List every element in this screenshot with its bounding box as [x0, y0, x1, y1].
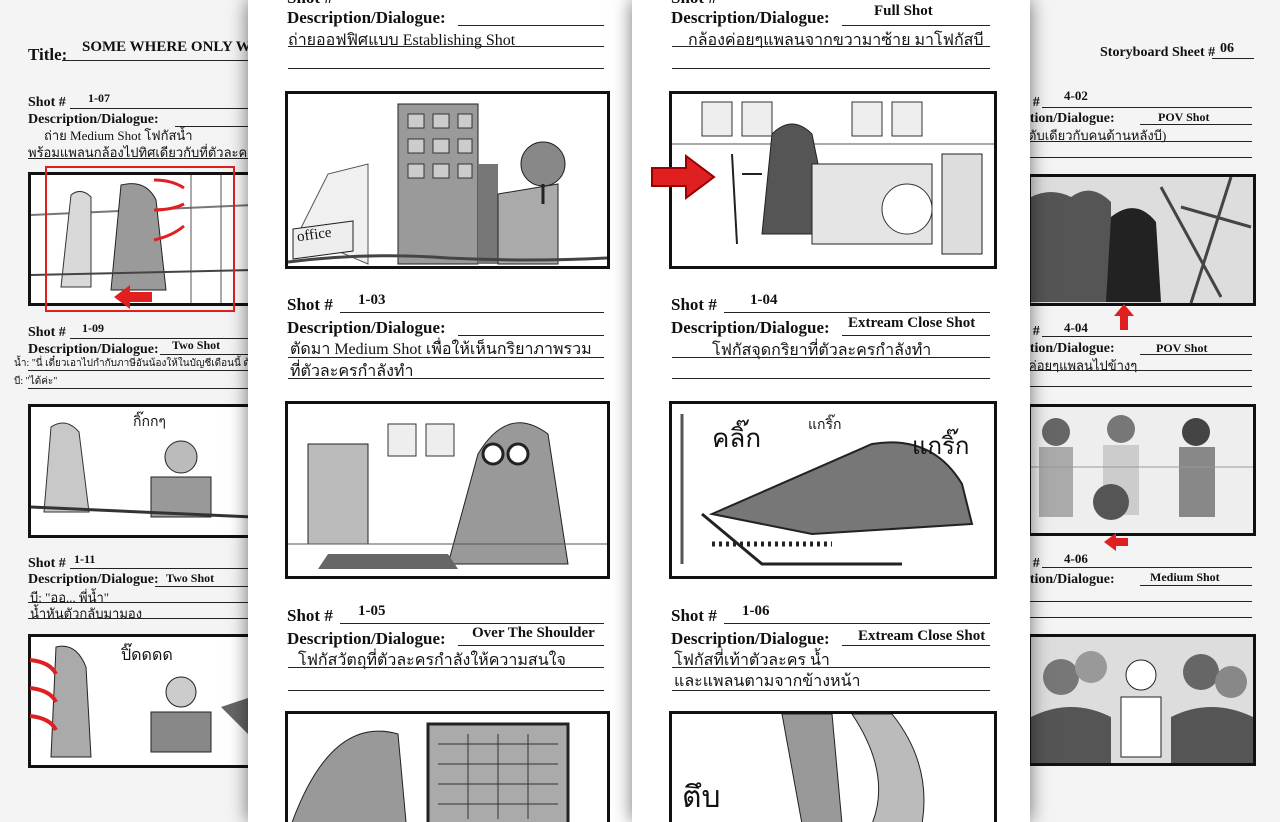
shot-label: Shot # [671, 295, 717, 314]
description-value: POV Shot [1158, 110, 1210, 124]
shot-number: 1-04 [750, 292, 778, 308]
description-line: พร้อมแพลนกล้องไปทิศเดียวกับที่ตัวละครเดิ [28, 145, 260, 160]
storyboard-sheet-number: 06 [1220, 41, 1234, 56]
description-label: Description/Dialogue: [287, 318, 446, 337]
description-line: ที่ตัวละครกำลังทำ [290, 363, 414, 380]
description-label: Description/Dialogue: [671, 8, 830, 27]
description-line: ดับเดียวกับคนด้านหลังบี) [1028, 128, 1167, 143]
shot-number: 1-11 [74, 552, 96, 566]
storyboard-frame-1-01: office [285, 91, 610, 269]
description-line: บี: "ได้ค่ะ" [14, 376, 58, 387]
description-value: Extream Close Shot [858, 628, 986, 644]
storyboard-sheet-label: Storyboard Sheet # [1100, 45, 1216, 60]
storyboard-frame-1-03 [285, 401, 610, 579]
shot-label: Shot # [287, 295, 333, 314]
shot-number: 4-04 [1064, 320, 1088, 335]
description-line: น้ำหันตัวกลับมามอง [30, 606, 143, 621]
red-arrow-icon [1104, 533, 1128, 551]
sketch-sound-text: ตึบ [682, 781, 721, 814]
description-label: Description/Dialogue: [671, 318, 830, 337]
shot-label: Shot # [671, 0, 717, 8]
description-value: Two Shot [172, 338, 221, 352]
shot-label: Shot # [671, 606, 717, 625]
description-line: โฟกัสจุดกริยาที่ตัวละครกำลังทำ [712, 342, 932, 359]
title-label: Title: [28, 45, 68, 64]
shot-number: 1-06 [742, 603, 770, 619]
description-line: น้ำ: "นี่ เดี๋ยวเอาไปกำกับภาษีอันน้องให้… [14, 358, 260, 369]
storyboard-frame-4-02 [1028, 174, 1256, 306]
description-value: Two Shot [166, 571, 215, 585]
shot-number: 4-02 [1064, 88, 1088, 103]
red-arrow-icon [1114, 304, 1134, 330]
storyboard-frame-1-02 [669, 91, 997, 269]
red-arrow-icon [114, 285, 152, 309]
shot-number: 1-05 [358, 603, 386, 619]
storyboard-frame-1-05 [285, 711, 610, 822]
sketch-sound-text: คลิ๊ก [712, 424, 762, 453]
shot-label: Shot # [287, 606, 333, 625]
sketch-sound-text: ปิ๊ดดดด [121, 647, 173, 664]
shot-label: Shot # [287, 0, 333, 8]
storyboard-frame-4-06 [1028, 634, 1256, 766]
storyboard-sheet-right: Shot # Description/Dialogue: Full Shot ก… [632, 0, 1030, 822]
description-value: Over The Shoulder [472, 625, 595, 641]
storyboard-frame-1-06: ตึบ [669, 711, 997, 822]
description-label: Description/Dialogue: [287, 8, 446, 27]
storyboard-sheet-middle: Shot # Description/Dialogue: ถ่ายออฟฟิศแ… [248, 0, 640, 822]
shot-number: 1-07 [88, 91, 110, 105]
sketch-sound-text: แกริ๊ก [912, 434, 970, 460]
red-arrow-icon [153, 178, 185, 242]
description-value: Medium Shot [1150, 570, 1220, 584]
description-label: Description/Dialogue: [671, 629, 830, 648]
storyboard-sheet-far-right: Storyboard Sheet # 06 Shot # 4-02 Descri… [1022, 0, 1280, 822]
shot-label: Shot # [28, 325, 66, 340]
title-value: SOME WHERE ONLY W [82, 39, 251, 55]
storyboard-sheet-left: Title: SOME WHERE ONLY W Shot # 1-07 Des… [0, 0, 260, 822]
shot-number: 1-09 [82, 321, 104, 335]
description-line: ค่อยๆแพลนไปข้างๆ [1028, 358, 1138, 373]
description-value: Extream Close Shot [848, 315, 976, 331]
description-line: ถ่ายออฟฟิศแบบ Establishing Shot [288, 32, 516, 49]
storyboard-frame-1-09: กิ๊กกๆ [28, 404, 256, 538]
description-label: Description/Dialogue: [28, 572, 159, 587]
description-label: Description/Dialogue: [1022, 572, 1115, 587]
shot-number: 1-03 [358, 292, 386, 308]
description-label: Description/Dialogue: [287, 629, 446, 648]
shot-label: Shot # [28, 95, 66, 110]
storyboard-frame-4-04 [1028, 404, 1256, 536]
red-arrow-icon [29, 658, 58, 732]
description-line: โฟกัสวัตถุที่ตัวละครกำลังให้ความสนใจ [298, 652, 566, 669]
sketch-sound-text: กิ๊กกๆ [133, 415, 166, 430]
sketch-sound-text: แกริ๊ก [808, 418, 842, 433]
red-arrow-icon [651, 154, 716, 200]
description-value: Full Shot [874, 3, 933, 19]
description-line: กล้องค่อยๆแพลนจากขวามาซ้าย มาโฟกัสบี [688, 32, 984, 49]
storyboard-frame-1-11: ปิ๊ดดดด [28, 634, 256, 768]
shot-label: Shot # [28, 556, 66, 571]
shot-number: 4-06 [1064, 551, 1088, 566]
storyboard-frame-1-04: คลิ๊ก แกริ๊ก แกริ๊ก [669, 401, 997, 579]
